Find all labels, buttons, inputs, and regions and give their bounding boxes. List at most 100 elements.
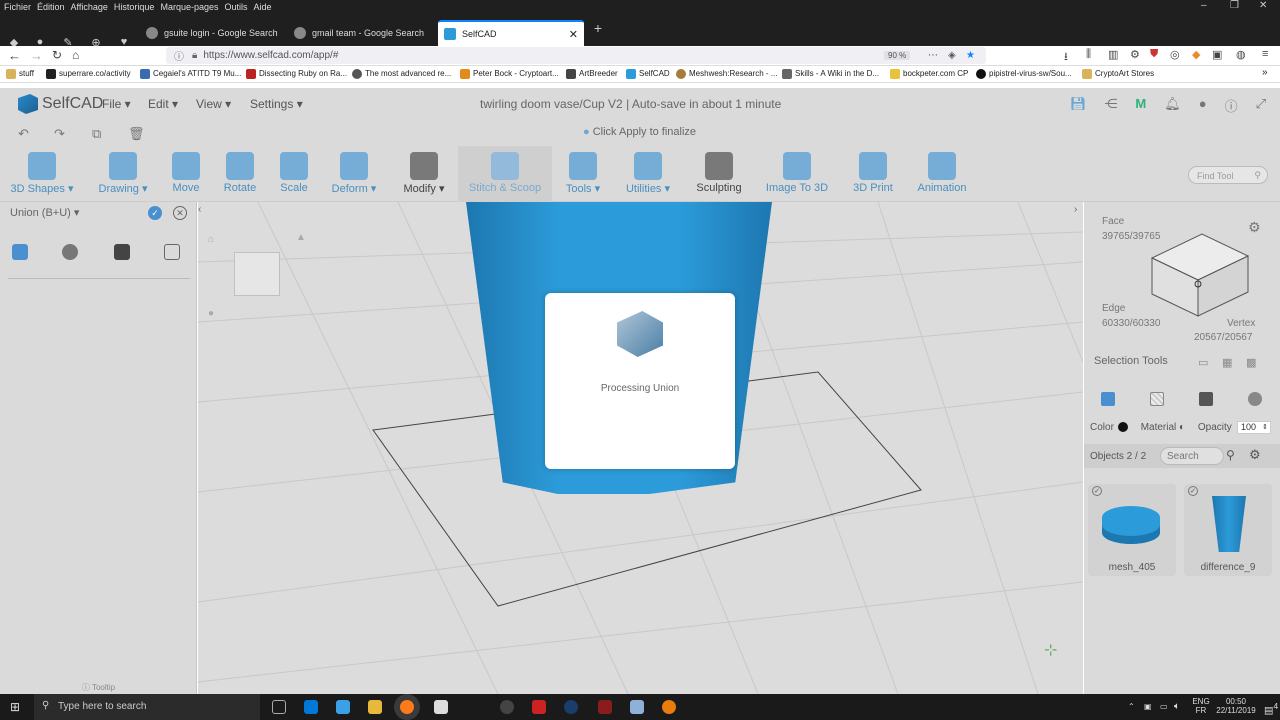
action-center-icon[interactable]: ▤4 xyxy=(1264,701,1278,716)
extension-2-icon[interactable]: ⛊ xyxy=(1150,48,1158,61)
tool-image-to-3d[interactable]: Image To 3D xyxy=(762,152,832,194)
view-top-icon[interactable]: ▲ xyxy=(296,232,306,243)
tool-animation[interactable]: Animation xyxy=(912,152,972,194)
tray-app-icon[interactable]: ▣ xyxy=(1144,702,1152,711)
copy-icon[interactable]: ⧉ xyxy=(92,126,101,142)
tab-gsuite-login[interactable]: gsuite login - Google Search xyxy=(140,20,288,46)
file-explorer-icon[interactable] xyxy=(368,700,382,714)
app-3-icon[interactable] xyxy=(500,700,514,714)
tool-rotate[interactable]: Rotate xyxy=(218,152,262,194)
extension-4-icon[interactable]: ▣ xyxy=(1212,48,1222,61)
url-bar[interactable]: ⓘ 🔒︎ https://www.selfcad.com/app/# 90 % … xyxy=(166,47,986,64)
menu-file[interactable]: File ▾ xyxy=(102,97,131,111)
select-paint-icon[interactable]: ▦ xyxy=(1222,356,1232,369)
tool-3d-print[interactable]: 3D Print xyxy=(848,152,898,194)
object-card-mesh[interactable]: ✓ mesh_405 xyxy=(1088,484,1176,576)
windows-start-icon[interactable]: ⊞ xyxy=(10,700,20,714)
object-search-input[interactable]: Search xyxy=(1160,447,1224,465)
subtract-icon[interactable] xyxy=(62,244,78,260)
app-box-icon[interactable] xyxy=(630,700,644,714)
tool-scale[interactable]: Scale xyxy=(274,152,314,194)
tooltip-bar[interactable]: ⓘ Tooltip xyxy=(0,682,197,694)
bookmark-peter-bock[interactable]: Peter Bock - Cryptoart... xyxy=(460,69,559,79)
network-icon[interactable]: ▭ xyxy=(1160,702,1168,711)
menu-outils[interactable]: Outils xyxy=(225,2,248,12)
material-icon[interactable]: ◐ xyxy=(1179,422,1185,433)
bookmark-skills-wiki[interactable]: Skills - A Wiki in the D... xyxy=(782,69,879,79)
object-card-difference[interactable]: ✓ difference_9 xyxy=(1184,484,1272,576)
tab-selfcad[interactable]: SelfCAD ✕ xyxy=(438,20,584,46)
menu-marque-pages[interactable]: Marque-pages xyxy=(160,2,218,12)
bookmark-pipistrel[interactable]: pipistrel-virus-sw/Sou... xyxy=(976,69,1072,79)
tray-chevron-icon[interactable]: ⌃ xyxy=(1128,702,1135,711)
tab-close-icon[interactable]: ✕ xyxy=(569,28,578,41)
myminifactory-icon[interactable]: M xyxy=(1135,96,1146,115)
metamask-icon[interactable]: ◆ xyxy=(1192,48,1200,61)
volume-icon[interactable]: 🔈︎ xyxy=(1174,701,1180,712)
bookmark-dissecting-ruby[interactable]: Dissecting Ruby on Ra... xyxy=(246,69,347,79)
extension-1-icon[interactable]: ⚙ xyxy=(1130,48,1140,61)
bookmark-cegaiel[interactable]: Cegaiel's ATITD T9 Mu... xyxy=(140,69,241,79)
library-icon[interactable]: ⫼ xyxy=(1086,48,1091,61)
info-icon[interactable]: ⓘ xyxy=(174,48,184,63)
bookmark-superrare[interactable]: superrare.co/activity xyxy=(46,69,131,79)
downloads-icon[interactable]: ⭳ xyxy=(1064,48,1068,67)
bookmarks-overflow-icon[interactable]: » xyxy=(1262,67,1268,78)
bookmark-most-advanced[interactable]: The most advanced re... xyxy=(352,69,451,79)
extension-3-icon[interactable]: ◎ xyxy=(1170,48,1180,61)
tool-3d-shapes[interactable]: 3D Shapes ▾ xyxy=(10,152,74,195)
page-actions-icon[interactable]: ⋯ xyxy=(928,50,938,61)
app-red-icon[interactable] xyxy=(598,700,612,714)
app-bug-icon[interactable] xyxy=(532,700,546,714)
steam-icon[interactable] xyxy=(564,700,578,714)
tool-utilities[interactable]: Utilities ▾ xyxy=(620,152,676,195)
selfcad-logo[interactable]: SelfCAD xyxy=(18,94,103,114)
save-icon[interactable]: 💾︎ xyxy=(1070,96,1087,115)
menu-aide[interactable]: Aide xyxy=(254,2,272,12)
help-icon[interactable]: ⓘ xyxy=(1225,96,1238,115)
reload-icon[interactable]: ↻ xyxy=(52,48,62,62)
view-cube[interactable] xyxy=(234,252,280,296)
new-tab-button[interactable]: + xyxy=(588,18,608,38)
profile-icon[interactable]: ● xyxy=(1199,96,1207,115)
forward-icon[interactable]: → xyxy=(30,48,43,63)
blender-icon[interactable] xyxy=(662,700,676,714)
tool-sculpting[interactable]: Sculpting xyxy=(692,152,746,194)
panel-title[interactable]: Union (B+U) ▾ xyxy=(10,206,79,219)
undo-icon[interactable]: ↶ xyxy=(18,126,29,142)
vertex-mode-icon[interactable] xyxy=(1248,392,1262,406)
fullscreen-icon[interactable]: ⤢ xyxy=(1256,96,1266,115)
menu-edition[interactable]: Édition xyxy=(37,2,65,12)
bookmark-selfcad[interactable]: SelfCAD xyxy=(626,69,670,79)
clock[interactable]: 00:50 22/11/2019 xyxy=(1212,697,1260,715)
color-swatch[interactable] xyxy=(1117,422,1128,433)
account-icon[interactable]: ◍ xyxy=(1236,48,1246,61)
document-title[interactable]: twirling doom vase/Cup V2 | Auto-save in… xyxy=(480,97,781,111)
taskbar-search[interactable]: ⚲ Type here to search xyxy=(34,694,260,720)
task-view-icon[interactable] xyxy=(272,700,286,714)
home-icon[interactable]: ⌂ xyxy=(72,48,79,62)
find-tool-input[interactable]: Find Tool ⚲ xyxy=(1188,166,1268,184)
menu-settings[interactable]: Settings ▾ xyxy=(250,97,303,111)
tool-stitch-scoop[interactable]: Stitch & Scoop xyxy=(464,152,546,194)
edge-mode-icon[interactable] xyxy=(1199,392,1213,406)
tool-tools[interactable]: Tools ▾ xyxy=(562,152,604,195)
back-icon[interactable]: ← xyxy=(8,48,21,63)
search-icon[interactable]: ⚲ xyxy=(1226,448,1235,462)
object-mode-icon[interactable] xyxy=(1101,392,1115,406)
sidebar-icon[interactable]: ▥ xyxy=(1108,48,1118,61)
select-all-icon[interactable]: ▩ xyxy=(1246,356,1256,369)
bookmark-cryptoart-stores[interactable]: CryptoArt Stores xyxy=(1082,69,1154,79)
tool-move[interactable]: Move xyxy=(166,152,206,194)
opacity-input[interactable]: 100 ⇕ xyxy=(1237,421,1271,434)
close-panel-button[interactable]: ✕ xyxy=(173,206,187,220)
menu-affichage[interactable]: Affichage xyxy=(71,2,108,12)
redo-icon[interactable]: ↷ xyxy=(54,126,65,142)
tool-modify[interactable]: Modify ▾ xyxy=(398,152,450,195)
edge-browser-icon[interactable] xyxy=(304,700,318,714)
tab-gmail-team[interactable]: gmail team - Google Search xyxy=(288,20,436,46)
collapse-left-icon[interactable]: ‹ xyxy=(198,204,201,215)
union-icon[interactable] xyxy=(12,244,28,260)
pocket-icon[interactable]: ◈ xyxy=(948,50,956,61)
hamburger-menu-icon[interactable]: ≡ xyxy=(1262,48,1268,60)
